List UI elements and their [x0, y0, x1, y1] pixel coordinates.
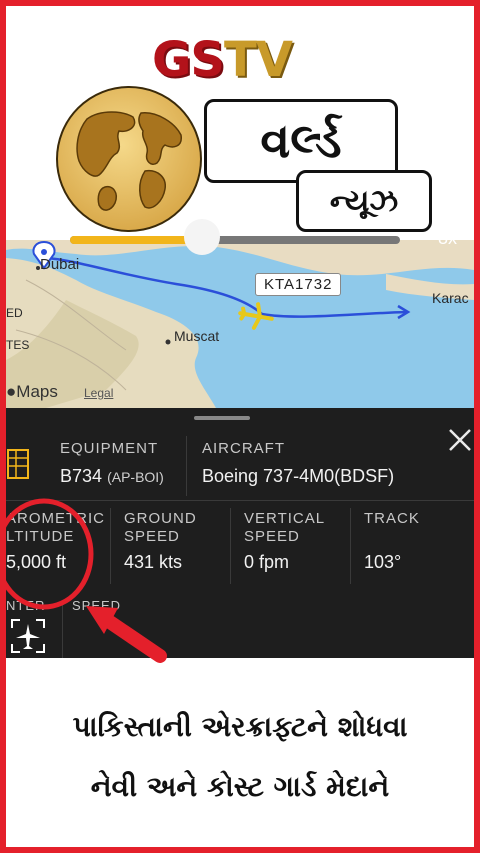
equipment-value: B734 (AP-BOI)	[60, 466, 164, 486]
altitude-label-line2: LTITUDE	[6, 528, 75, 545]
headline-line-1: પાકિસ્તાની એરક્રાફ્ટને શોધવા	[72, 710, 408, 743]
globe-icon	[56, 86, 202, 232]
news-subtitle-box: ન્યૂઝ	[296, 170, 432, 232]
altitude-label-line1: AROMETRIC	[6, 510, 105, 527]
track-value: 103°	[364, 552, 402, 572]
flight-callsign-label[interactable]: KTA1732	[255, 273, 342, 296]
altitude-value: 5,000 ft	[6, 552, 67, 572]
center-label: NTER	[6, 598, 46, 613]
divider-vertical	[62, 602, 63, 658]
drag-handle[interactable]	[194, 416, 250, 420]
track-label: TRACK	[364, 510, 420, 527]
header: GSTV વર્લ્ડ ન્યૂઝ	[0, 0, 480, 240]
divider-vertical	[230, 508, 231, 584]
flight-info-panel: EQUIPMENT B734 (AP-BOI) AIRCRAFT Boeing …	[6, 408, 474, 658]
map-label-edge-bottom: TES	[6, 338, 30, 352]
apple-icon: ●	[6, 382, 17, 401]
news-subtitle: ન્યૂઝ	[329, 183, 399, 219]
ground-speed-label-line2: SPEED	[124, 528, 180, 545]
playback-slider-knob[interactable]	[184, 219, 220, 255]
legal-link[interactable]: Legal	[84, 386, 113, 400]
gstv-logo: GSTV	[152, 36, 293, 84]
center-plane-icon[interactable]	[10, 618, 46, 654]
vertical-speed-label-line2: SPEED	[244, 528, 300, 545]
ground-speed-label-line1: GROUND	[124, 510, 197, 527]
aircraft-label: AIRCRAFT	[202, 440, 285, 457]
close-icon[interactable]	[446, 426, 474, 454]
vertical-speed-label-line1: VERTICAL	[244, 510, 326, 527]
divider-vertical	[350, 508, 351, 584]
flight-map[interactable]: Dubai Muscat Karac ED TES ●Maps Legal	[6, 240, 474, 408]
logo-tv: TV	[223, 32, 293, 88]
divider-vertical	[186, 436, 187, 496]
equipment-label: EQUIPMENT	[60, 440, 159, 457]
playback-slider-fill	[70, 236, 202, 244]
world-title: વર્લ્ડ	[260, 112, 342, 169]
apple-maps-label: ●Maps	[6, 382, 58, 401]
playback-speed-value[interactable]: 8x	[438, 228, 457, 249]
vertical-speed-value: 0 fpm	[244, 552, 290, 572]
headline-line-2: નેવી અને કોસ્ટ ગાર્ડ મેદાને	[90, 770, 390, 803]
map-label-muscat: Muscat	[174, 328, 220, 344]
map-label-dubai: Dubai	[40, 256, 80, 273]
logo-gs: GS	[152, 32, 225, 88]
chip-icon	[7, 449, 29, 479]
ground-speed-value: 431 kts	[124, 552, 183, 572]
divider-vertical	[110, 508, 111, 584]
map-label-edge-top: ED	[6, 306, 23, 320]
panel-divider	[6, 500, 474, 501]
map-label-karachi: Karac	[432, 290, 469, 306]
aircraft-value: Boeing 737-4M0(BDSF)	[202, 466, 395, 486]
speed-label: SPEED	[72, 598, 122, 613]
